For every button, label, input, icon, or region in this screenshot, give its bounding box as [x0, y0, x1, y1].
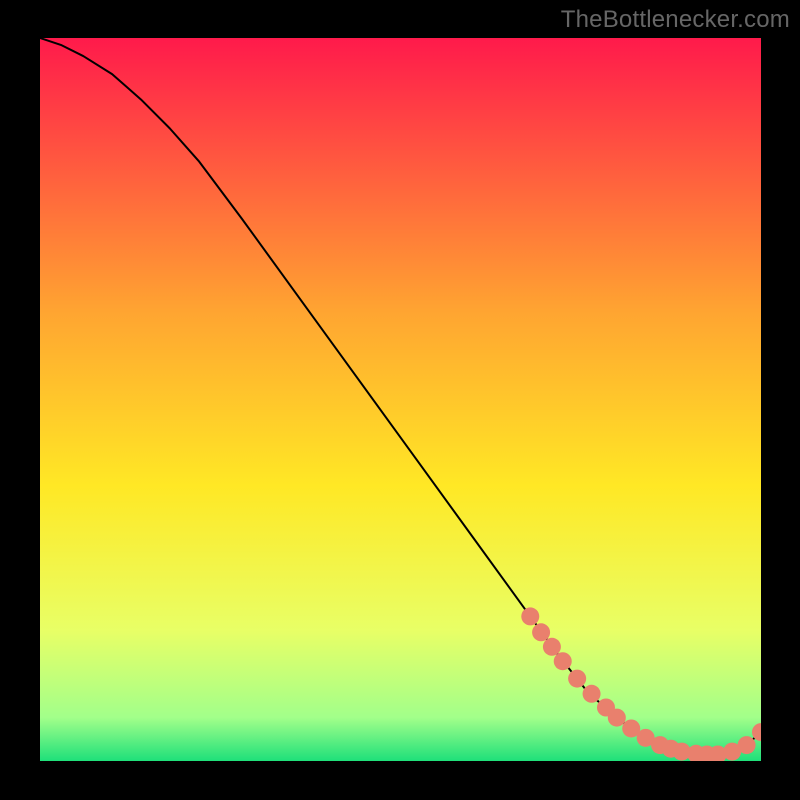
highlight-dot	[554, 652, 572, 670]
highlight-dot	[738, 736, 756, 754]
chart-svg	[40, 38, 761, 761]
chart-stage: TheBottlenecker.com	[0, 0, 800, 800]
highlight-dot	[521, 607, 539, 625]
gradient-background	[40, 38, 761, 761]
highlight-dot	[532, 623, 550, 641]
highlight-dot	[568, 670, 586, 688]
highlight-dot	[608, 709, 626, 727]
watermark-text: TheBottlenecker.com	[561, 6, 790, 34]
highlight-dot	[543, 638, 561, 656]
plot-area	[40, 38, 761, 761]
highlight-dot	[583, 685, 601, 703]
